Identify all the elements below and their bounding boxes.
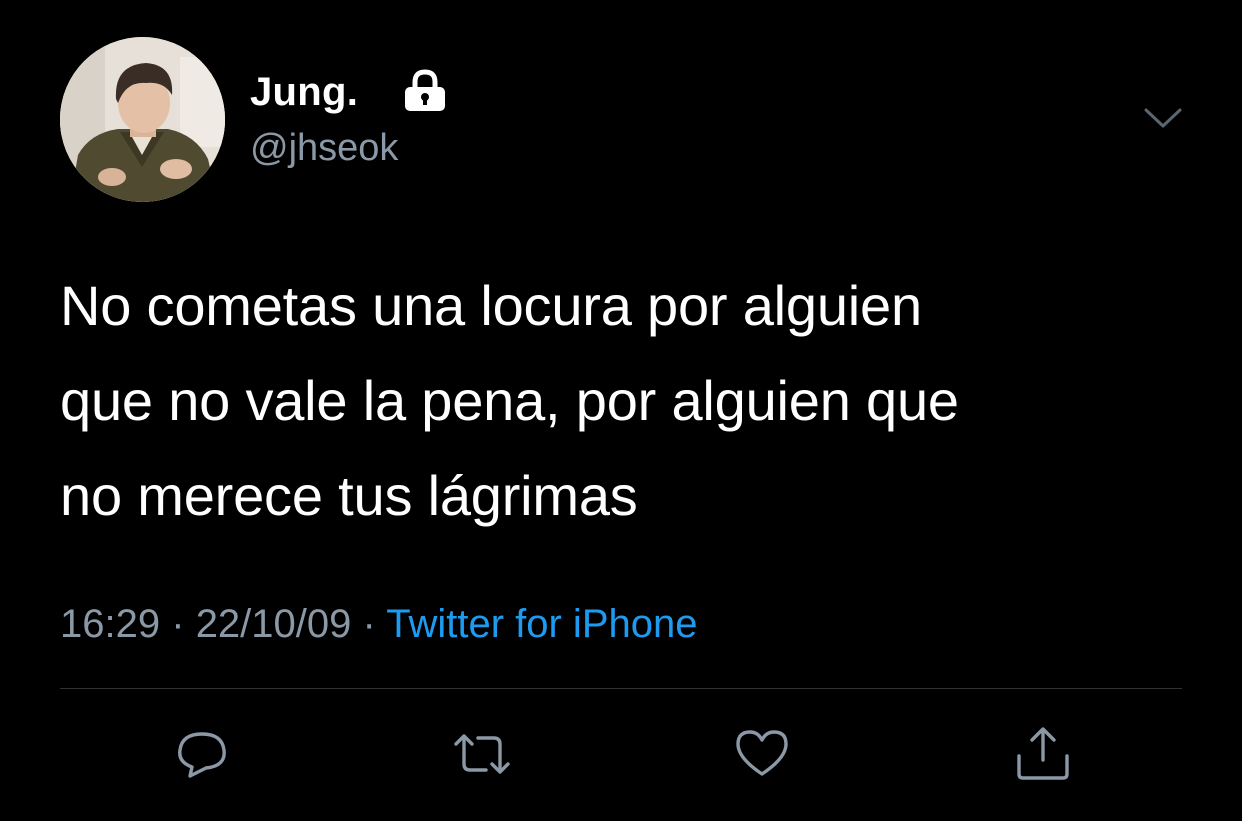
reply-button[interactable]	[172, 726, 232, 782]
tweet-date[interactable]: 22/10/09	[196, 602, 352, 646]
share-icon	[1017, 727, 1069, 780]
reply-icon	[178, 732, 226, 778]
like-button[interactable]	[732, 726, 792, 782]
avatar-photo	[60, 37, 225, 202]
heart-icon	[736, 730, 788, 776]
meta-separator: ·	[362, 602, 376, 646]
tweet-time[interactable]: 16:29	[60, 602, 160, 646]
tweet-text: No cometas una locura por alguien que no …	[60, 258, 1180, 543]
lock-icon	[400, 68, 450, 112]
avatar[interactable]	[60, 37, 225, 202]
tweet-source-link[interactable]: Twitter for iPhone	[386, 602, 697, 646]
display-name[interactable]: Jung.	[250, 68, 358, 116]
tweet-text-line: No cometas una locura por alguien	[60, 274, 922, 337]
tweet-text-line: no merece tus lágrimas	[60, 464, 638, 527]
share-button[interactable]	[1013, 726, 1073, 782]
user-handle[interactable]: @jhseok	[250, 124, 398, 172]
chevron-down-icon[interactable]	[1142, 104, 1184, 134]
divider	[60, 688, 1182, 689]
tweet-meta: 16:29 · 22/10/09 · Twitter for iPhone	[60, 600, 697, 648]
tweet-text-line: que no vale la pena, por alguien que	[60, 369, 959, 432]
retweet-button[interactable]	[452, 726, 512, 782]
meta-separator: ·	[171, 602, 185, 646]
tweet-card: Jung. @jhseok No cometas una locura por …	[0, 0, 1242, 821]
retweet-icon	[454, 734, 510, 774]
